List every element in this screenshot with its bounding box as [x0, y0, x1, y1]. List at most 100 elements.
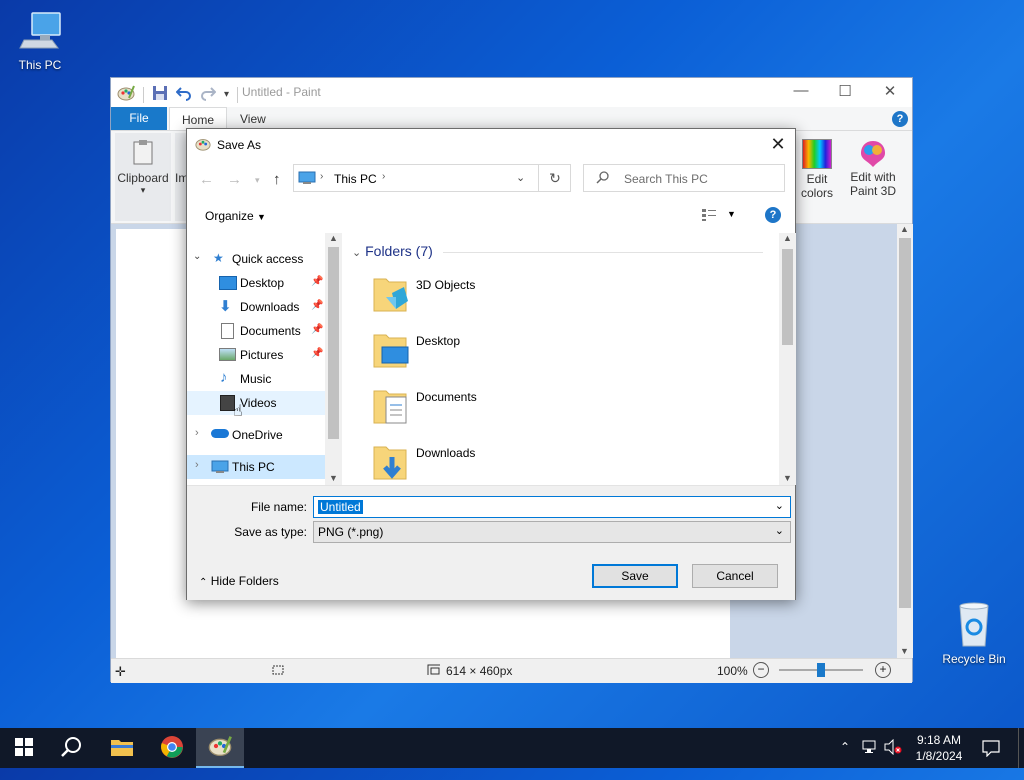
taskbar-file-explorer[interactable]	[98, 728, 146, 768]
view-dropdown-icon[interactable]: ▼	[727, 209, 736, 219]
quick-access-toolbar: ▾	[117, 84, 239, 105]
nav-item-documents[interactable]: Documents 📌	[187, 319, 325, 343]
collapsed-chevron-icon[interactable]: ›	[195, 427, 199, 439]
nav-scroll-thumb[interactable]	[328, 247, 339, 439]
dialog-close-button[interactable]: ✕	[761, 129, 795, 159]
folder-3d-objects-icon	[372, 271, 410, 318]
zoom-slider-thumb[interactable]	[817, 663, 825, 677]
zoom-out-button[interactable]: −	[753, 662, 769, 678]
search-box[interactable]: Search This PC	[583, 164, 785, 192]
show-hidden-icons-button[interactable]: ⌃	[840, 740, 850, 780]
view-options-icon[interactable]	[701, 208, 717, 225]
folders-group-header[interactable]: ⌄ Folders (7)	[352, 243, 763, 259]
paint-vertical-scrollbar[interactable]: ▲ ▼	[897, 224, 913, 658]
forward-icon[interactable]: →	[227, 171, 242, 188]
zoom-in-button[interactable]: +	[875, 662, 891, 678]
pin-icon[interactable]: 📌	[311, 300, 323, 311]
volume-muted-icon[interactable]	[884, 738, 902, 779]
taskbar-search-button[interactable]	[48, 728, 96, 768]
scroll-down-icon[interactable]: ▼	[329, 473, 338, 483]
up-icon[interactable]: ↑	[273, 171, 281, 188]
edit-paint3d-button[interactable]: Edit with Paint 3D	[845, 133, 901, 198]
breadcrumb-separator-icon: ›	[320, 171, 324, 182]
computer-icon	[211, 460, 229, 477]
close-button[interactable]: ✕	[873, 82, 907, 102]
nav-pane-scrollbar[interactable]: ▲ ▼	[325, 233, 342, 485]
recent-locations-icon[interactable]: ▾	[255, 175, 260, 186]
taskbar-paint[interactable]	[196, 728, 244, 768]
file-scroll-thumb[interactable]	[782, 249, 793, 345]
tab-home[interactable]: Home	[169, 107, 228, 130]
save-button[interactable]: Save	[592, 564, 678, 588]
pin-icon[interactable]: 📌	[311, 276, 323, 287]
folder-desktop-icon	[372, 327, 410, 374]
undo-icon[interactable]	[175, 85, 192, 104]
chevron-down-icon[interactable]: ⌄	[775, 524, 784, 537]
folder-item-3d-objects[interactable]: 3D Objects	[366, 269, 666, 325]
pin-icon[interactable]: 📌	[311, 324, 323, 335]
save-as-type-select[interactable]: PNG (*.png) ⌄	[313, 521, 791, 543]
nav-label: Videos	[240, 396, 277, 410]
nav-item-this-pc[interactable]: › This PC	[187, 455, 325, 479]
taskbar-clock[interactable]: 9:18 AM 1/8/2024	[906, 732, 972, 764]
desktop-icon-recycle-bin[interactable]: Recycle Bin	[934, 600, 1014, 666]
taskbar-chrome[interactable]	[148, 728, 196, 768]
chevron-down-icon[interactable]: ⌄	[775, 499, 784, 512]
scroll-down-icon[interactable]: ▼	[900, 646, 909, 656]
edit-colors-button[interactable]: Edit colors	[795, 133, 839, 200]
customize-qat-icon[interactable]: ▾	[224, 89, 229, 100]
search-input[interactable]: Search This PC	[624, 172, 708, 186]
nav-item-videos[interactable]: Videos ☝	[187, 391, 325, 420]
expanded-chevron-icon[interactable]: ⌄	[193, 251, 201, 262]
scroll-up-icon[interactable]: ▲	[900, 224, 909, 234]
paint-app-icon	[195, 136, 211, 155]
scroll-up-icon[interactable]: ▲	[329, 233, 338, 243]
scroll-down-icon[interactable]: ▼	[783, 473, 792, 483]
maximize-button[interactable]: ☐	[828, 82, 862, 102]
desktop-icon-this-pc[interactable]: This PC	[0, 10, 80, 72]
help-icon[interactable]: ?	[892, 111, 908, 127]
address-bar[interactable]: › This PC › ⌄ ↻	[293, 164, 571, 192]
dialog-title: Save As	[217, 138, 262, 152]
redo-icon[interactable]	[200, 85, 217, 104]
folder-item-documents[interactable]: Documents	[366, 381, 666, 437]
clock-date: 1/8/2024	[915, 749, 963, 763]
address-location[interactable]: This PC	[334, 172, 377, 186]
organize-menu[interactable]: Organize ▼	[205, 209, 266, 223]
dialog-bottom-panel: File name: Untitled ⌄ Save as type: PNG …	[187, 485, 795, 600]
minimize-button[interactable]: —	[784, 82, 818, 102]
file-name-input[interactable]: Untitled	[318, 500, 363, 514]
file-pane-scrollbar[interactable]: ▲ ▼	[779, 233, 796, 485]
file-name-field[interactable]: Untitled ⌄	[313, 496, 791, 518]
nav-label: Pictures	[240, 348, 284, 362]
breadcrumb-separator-icon[interactable]: ›	[382, 171, 385, 182]
paint-scroll-thumb[interactable]	[899, 238, 911, 608]
save-icon[interactable]	[152, 85, 168, 104]
tab-file[interactable]: File	[111, 107, 167, 130]
nav-item-onedrive[interactable]: › OneDrive	[187, 423, 325, 447]
cancel-button[interactable]: Cancel	[692, 564, 778, 588]
show-desktop-button[interactable]	[1018, 728, 1024, 768]
nav-item-desktop[interactable]: Desktop 📌	[187, 271, 325, 295]
start-button[interactable]	[0, 728, 48, 768]
search-icon	[61, 736, 83, 761]
tab-view[interactable]: View	[240, 107, 266, 130]
back-icon[interactable]: ←	[199, 171, 214, 188]
edit-colors-label-1: Edit	[806, 172, 828, 186]
pictures-icon	[219, 348, 236, 361]
nav-item-quick-access[interactable]: ⌄ ★ Quick access	[187, 247, 325, 271]
nav-item-music[interactable]: ♪ Music	[187, 367, 325, 391]
address-dropdown-icon[interactable]: ⌄	[516, 171, 525, 184]
collapsed-chevron-icon[interactable]: ›	[195, 459, 199, 471]
help-icon[interactable]: ?	[765, 207, 781, 223]
nav-item-pictures[interactable]: Pictures 📌	[187, 343, 325, 367]
network-icon[interactable]	[862, 739, 878, 779]
notifications-icon[interactable]	[982, 739, 1000, 779]
pin-icon[interactable]: 📌	[311, 348, 323, 359]
refresh-icon[interactable]: ↻	[538, 164, 571, 192]
nav-item-downloads[interactable]: ⬇ Downloads 📌	[187, 295, 325, 319]
clipboard-button[interactable]: Clipboard ▾	[115, 133, 171, 221]
hide-folders-toggle[interactable]: ⌃ Hide Folders	[199, 574, 279, 588]
scroll-up-icon[interactable]: ▲	[783, 233, 792, 243]
folder-item-desktop[interactable]: Desktop	[366, 325, 666, 381]
